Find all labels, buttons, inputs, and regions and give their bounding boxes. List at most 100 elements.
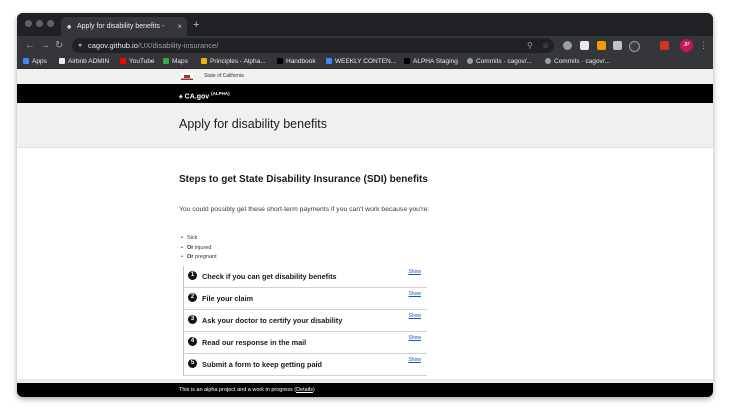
bookmarks-bar: Apps Airbnb ADMIN YouTube Maps Principle…	[17, 55, 713, 69]
bookmark-label: Principles - Alpha...	[210, 58, 266, 65]
browser-tab[interactable]: ♠ Apply for disability benefits - ×	[61, 17, 187, 36]
site-header: ♠ CA.gov (ALPHA)	[17, 84, 713, 103]
back-arrow-icon[interactable]: ←	[25, 36, 35, 55]
minimize-window-button[interactable]	[36, 20, 43, 27]
logo-text: CA.gov	[184, 93, 210, 101]
state-label: State of California	[204, 73, 244, 79]
doc-icon	[201, 58, 207, 64]
footer-text-wrap: This is an alpha project and a work in p…	[179, 383, 315, 397]
url-host: cagov.github.io	[88, 41, 138, 50]
bookmark-commits-2[interactable]: Commits · cagov/...	[545, 55, 610, 68]
step-label: Check if you can get disability benefits	[202, 272, 337, 281]
steps-heading: Steps to get State Disability Insurance …	[179, 174, 428, 185]
handbook-icon	[277, 58, 283, 64]
step-number: 2	[188, 293, 197, 302]
show-link[interactable]: Show	[408, 267, 421, 277]
step-item[interactable]: 5 Submit a form to keep getting paid Sho…	[184, 354, 427, 376]
extension-icon[interactable]	[580, 41, 589, 50]
step-label: Read our response in the mail	[202, 338, 307, 347]
profile-avatar[interactable]: JP	[680, 39, 693, 52]
close-window-button[interactable]	[25, 20, 32, 27]
step-number: 4	[188, 337, 197, 346]
bookmark-label: Commits · cagov/...	[554, 58, 610, 65]
apps-grid-icon	[23, 58, 29, 64]
github-icon	[545, 58, 551, 64]
github-icon	[467, 58, 473, 64]
logo-sup: (ALPHA)	[211, 91, 230, 96]
browser-window: ♠ Apply for disability benefits - × + ← …	[17, 13, 713, 397]
show-link[interactable]: Show	[408, 333, 421, 343]
menu-kebab-icon[interactable]: ⋮	[699, 36, 708, 55]
california-flag-icon	[181, 73, 193, 80]
step-item[interactable]: 1 Check if you can get disability benefi…	[184, 266, 427, 288]
list-text: Sick	[186, 235, 198, 241]
intro-text: You could possibly get these short-term …	[179, 206, 430, 213]
bear-favicon-icon: ♠	[67, 22, 72, 31]
list-item: Sick	[181, 234, 217, 244]
url-path: /UX/disability-insurance/	[137, 41, 219, 50]
show-link[interactable]: Show	[408, 289, 421, 299]
title-banner: Apply for disability benefits	[17, 103, 713, 148]
bookmark-label: WEEKLY CONTEN...	[335, 58, 397, 65]
bookmark-alpha-staging[interactable]: ALPHA Staging	[404, 55, 458, 68]
lock-icon: ●	[78, 42, 83, 49]
steps-accordion: 1 Check if you can get disability benefi…	[183, 266, 427, 376]
bookmark-apps[interactable]: Apps	[23, 55, 47, 68]
bookmark-label: Apps	[32, 58, 47, 65]
list-text: injured	[193, 244, 212, 251]
details-link[interactable]: Details	[296, 387, 313, 393]
tab-title: Apply for disability benefits -	[77, 23, 165, 30]
bookmark-star-icon[interactable]: ☆	[542, 38, 549, 53]
step-number: 1	[188, 271, 197, 280]
bookmark-principles[interactable]: Principles - Alpha...	[201, 55, 266, 68]
bookmark-maps[interactable]: Maps	[163, 55, 188, 68]
state-header: State of California	[17, 69, 713, 84]
step-number: 3	[188, 315, 197, 324]
zoom-icon[interactable]: ⚲	[527, 38, 533, 53]
tab-strip: ♠ Apply for disability benefits - × +	[17, 13, 713, 36]
bear-icon	[404, 58, 410, 64]
folder-icon	[59, 58, 65, 64]
extension-icon[interactable]	[645, 41, 654, 50]
step-item[interactable]: 4 Read our response in the mail Show	[184, 332, 427, 354]
list-item: Or injured	[181, 244, 217, 254]
extension-icon[interactable]	[597, 41, 606, 50]
extension-icon[interactable]	[613, 41, 622, 50]
address-bar[interactable]: ● cagov.github.io/UX/disability-insuranc…	[72, 38, 554, 53]
step-label: File your claim	[202, 294, 254, 303]
tab-close-icon[interactable]: ×	[177, 17, 182, 36]
bookmark-label: Commits · cagov/...	[476, 58, 532, 65]
youtube-icon	[120, 58, 126, 64]
list-text: pregnant	[193, 254, 217, 260]
forward-arrow-icon[interactable]: →	[40, 36, 50, 55]
maximize-window-button[interactable]	[47, 20, 54, 27]
address-url: cagov.github.io/UX/disability-insurance/	[88, 38, 218, 53]
bookmark-label: Airbnb ADMIN	[68, 58, 110, 65]
list-item: Or pregnant	[181, 253, 217, 263]
step-item[interactable]: 3 Ask your doctor to certify your disabi…	[184, 310, 427, 332]
bookmark-airbnb[interactable]: Airbnb ADMIN	[59, 55, 109, 68]
extension-icon[interactable]	[629, 41, 640, 52]
bookmark-youtube[interactable]: YouTube	[120, 55, 155, 68]
bookmark-weekly[interactable]: WEEKLY CONTEN...	[326, 55, 396, 68]
browser-toolbar: ← → ↻ ● cagov.github.io/UX/disability-in…	[17, 36, 713, 55]
step-label: Submit a form to keep getting paid	[202, 360, 322, 369]
bookmark-label: Maps	[172, 58, 188, 65]
new-tab-button[interactable]: +	[193, 17, 199, 34]
bookmark-commits-1[interactable]: Commits · cagov/...	[467, 55, 532, 68]
alpha-footer: This is an alpha project and a work in p…	[17, 383, 713, 397]
bookmark-label: ALPHA Staging	[413, 58, 458, 65]
bookmark-handbook[interactable]: Handbook	[277, 55, 316, 68]
extension-icon[interactable]	[563, 41, 572, 50]
extension-icon[interactable]	[660, 41, 669, 50]
maps-icon	[163, 58, 169, 64]
bookmark-label: YouTube	[129, 58, 155, 65]
reload-icon[interactable]: ↻	[55, 36, 63, 55]
step-item[interactable]: 2 File your claim Show	[184, 288, 427, 310]
show-link[interactable]: Show	[408, 355, 421, 365]
bookmark-label: Handbook	[286, 58, 316, 65]
doc-icon	[326, 58, 332, 64]
web-page: State of California ♠ CA.gov (ALPHA) App…	[17, 69, 713, 397]
step-label: Ask your doctor to certify your disabili…	[202, 316, 343, 325]
show-link[interactable]: Show	[408, 311, 421, 321]
